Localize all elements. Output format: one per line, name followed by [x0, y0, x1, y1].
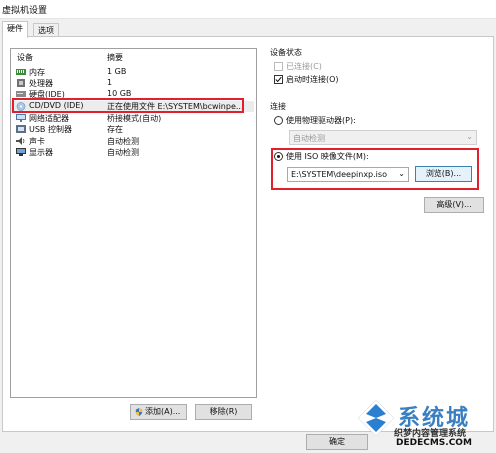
display-icon	[16, 148, 26, 156]
device-name: USB 控制器	[29, 125, 72, 134]
device-summary: 自动检测	[107, 148, 139, 157]
advanced-button[interactable]: 高级(V)...	[424, 197, 484, 213]
add-device-label: 添加(A)...	[145, 407, 181, 416]
physical-drive-value: 自动检测	[293, 134, 325, 143]
usb-icon	[16, 125, 26, 133]
device-summary: 自动检测	[107, 137, 139, 146]
tab-bar: 硬件 选项	[0, 20, 496, 38]
cddvd-highlight-box	[12, 98, 244, 113]
tab-hardware[interactable]: 硬件	[2, 21, 28, 38]
device-name: 显示器	[29, 148, 53, 157]
device-row-display[interactable]: 显示器 自动检测	[11, 147, 254, 158]
device-row-network[interactable]: 网络适配器 桥接模式(自动)	[11, 113, 254, 124]
checkmark-icon	[275, 76, 282, 83]
shield-icon	[135, 408, 143, 416]
device-row-sound[interactable]: 声卡 自动检测	[11, 136, 254, 147]
device-list-header: 设备 摘要	[11, 52, 256, 64]
title-bar: 虚拟机设置	[0, 0, 496, 19]
watermark: 系统城 织梦内容管理系统 DEDECMS.COM	[356, 398, 496, 453]
connected-label: 已连接(C)	[286, 62, 322, 71]
connected-checkbox[interactable]	[274, 62, 283, 71]
sound-icon	[16, 137, 25, 145]
device-name: 内存	[29, 68, 45, 77]
add-device-button[interactable]: 添加(A)...	[130, 404, 187, 420]
column-summary: 摘要	[107, 53, 123, 62]
device-row-memory[interactable]: 内存 1 GB	[11, 67, 254, 78]
network-icon	[16, 114, 26, 122]
device-status-title: 设备状态	[270, 48, 302, 57]
device-summary: 1	[107, 78, 113, 87]
connect-at-power-on-label: 启动时连接(O)	[286, 75, 339, 84]
use-physical-drive-radio[interactable]	[274, 116, 283, 125]
connect-at-power-on-checkbox[interactable]	[274, 75, 283, 84]
iso-highlight-box	[271, 148, 479, 190]
physical-drive-select[interactable]: 自动检测 ⌄	[289, 130, 477, 145]
cpu-icon	[17, 79, 25, 87]
connection-title: 连接	[270, 102, 286, 111]
use-physical-drive-label: 使用物理驱动器(P):	[286, 116, 356, 125]
device-summary: 存在	[107, 125, 123, 134]
window-title: 虚拟机设置	[2, 6, 48, 16]
device-summary: 桥接模式(自动)	[107, 114, 162, 123]
chevron-down-icon: ⌄	[466, 132, 473, 141]
column-device: 设备	[17, 53, 33, 62]
device-name: 声卡	[29, 137, 45, 146]
device-name: 处理器	[29, 79, 53, 88]
device-name: 网络适配器	[29, 114, 69, 123]
device-summary: 1 GB	[107, 67, 127, 76]
device-row-usb[interactable]: USB 控制器 存在	[11, 124, 254, 135]
windows-logo-icon	[357, 399, 395, 437]
watermark-site: DEDECMS.COM	[396, 438, 472, 448]
memory-icon	[16, 69, 26, 75]
device-summary: 10 GB	[107, 89, 132, 98]
remove-device-button[interactable]: 移除(R)	[195, 404, 252, 420]
harddisk-icon	[16, 91, 26, 97]
device-row-processor[interactable]: 处理器 1	[11, 78, 254, 89]
